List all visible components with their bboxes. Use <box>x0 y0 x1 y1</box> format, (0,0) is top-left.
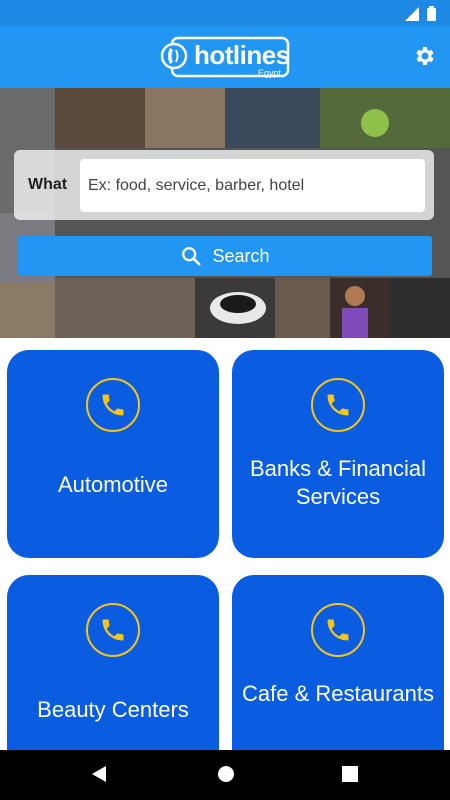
category-label: Automotive <box>57 472 169 497</box>
category-card-automotive[interactable]: Automotive <box>7 350 219 558</box>
category-card-banks[interactable]: Banks & Financial Services <box>232 350 444 558</box>
phone-icon <box>311 378 365 432</box>
status-bar <box>0 0 450 26</box>
phone-icon <box>86 603 140 657</box>
recents-icon[interactable] <box>341 765 359 783</box>
phone-icon <box>86 378 140 432</box>
category-label: Cafe & Restaurants <box>242 681 434 706</box>
search-icon <box>182 247 202 266</box>
category-grid: Automotive Banks & Financial Services Be… <box>0 338 450 750</box>
logo-subtitle: Egypt <box>258 68 282 78</box>
what-label: What <box>28 176 68 193</box>
category-label: Banks & Financial Services <box>249 456 427 509</box>
what-search-input[interactable] <box>80 159 425 212</box>
category-label: Beauty Centers <box>37 697 189 722</box>
hotlines-logo: hotlines Egypt <box>160 34 290 80</box>
logo-text: hotlines <box>194 40 290 70</box>
category-card-beauty[interactable]: Beauty Centers <box>7 575 219 750</box>
home-icon[interactable] <box>217 765 235 783</box>
battery-icon <box>427 6 436 21</box>
status-icons <box>405 6 436 21</box>
search-button-label: Search <box>212 245 270 266</box>
back-icon[interactable] <box>90 765 108 783</box>
phone-icon <box>311 603 365 657</box>
signal-icon <box>405 6 419 21</box>
category-card-cafe[interactable]: Cafe & Restaurants <box>232 575 444 750</box>
gear-icon <box>416 47 434 65</box>
search-button[interactable]: Search <box>18 236 432 276</box>
system-nav-bar <box>0 750 450 800</box>
app-bar: hotlines Egypt <box>0 26 450 88</box>
settings-button[interactable] <box>412 44 436 68</box>
